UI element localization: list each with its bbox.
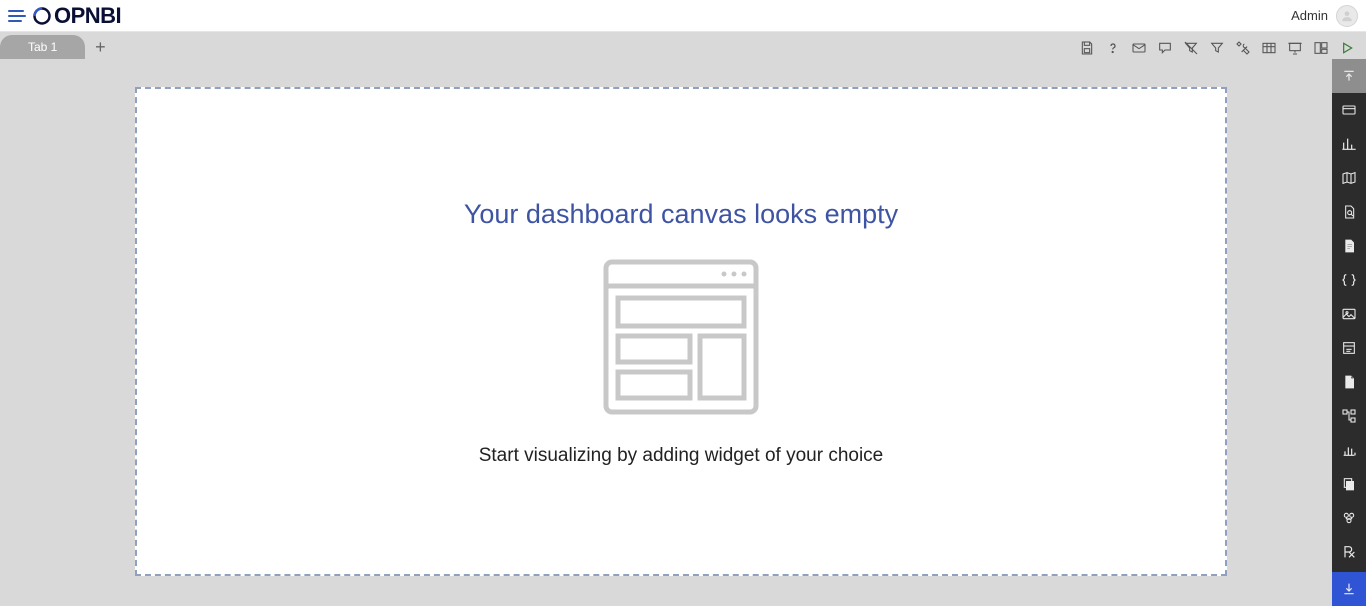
right-sidebar	[1332, 59, 1366, 606]
empty-state: Your dashboard canvas looks empty Start …	[137, 89, 1225, 467]
rx-icon[interactable]	[1332, 535, 1366, 569]
dashboard-canvas[interactable]: Your dashboard canvas looks empty Start …	[135, 87, 1227, 576]
filter-off-icon[interactable]	[1182, 39, 1200, 57]
canvas-area: Your dashboard canvas looks empty Start …	[0, 59, 1332, 606]
tabs-left: Tab 1 +	[0, 35, 109, 59]
empty-illustration-icon	[596, 252, 766, 427]
download-icon[interactable]	[1332, 572, 1366, 606]
filter-icon[interactable]	[1208, 39, 1226, 57]
form-icon[interactable]	[1332, 331, 1366, 365]
menu-button[interactable]	[6, 6, 26, 26]
image-icon[interactable]	[1332, 297, 1366, 331]
table-icon[interactable]	[1260, 39, 1278, 57]
chart-icon[interactable]	[1332, 127, 1366, 161]
save-icon[interactable]	[1078, 39, 1096, 57]
file-icon[interactable]	[1332, 365, 1366, 399]
app-logo-text: OPNBI	[54, 3, 121, 29]
play-icon[interactable]	[1338, 39, 1356, 57]
avatar[interactable]	[1336, 5, 1358, 27]
collapse-up-icon[interactable]	[1332, 59, 1366, 93]
presentation-icon[interactable]	[1286, 39, 1304, 57]
bar-chart-icon[interactable]	[1332, 433, 1366, 467]
empty-subtitle: Start visualizing by adding widget of yo…	[137, 445, 1225, 467]
tab-1[interactable]: Tab 1	[0, 35, 85, 59]
group-icon[interactable]	[1332, 501, 1366, 535]
user-label: Admin	[1291, 8, 1328, 23]
tree-icon[interactable]	[1332, 399, 1366, 433]
add-tab-button[interactable]: +	[91, 38, 109, 56]
top-header: OPNBI Admin	[0, 0, 1366, 32]
top-header-right: Admin	[1291, 5, 1358, 27]
file-search-icon[interactable]	[1332, 195, 1366, 229]
tab-label: Tab 1	[28, 40, 57, 54]
document-icon[interactable]	[1332, 229, 1366, 263]
app-logo: OPNBI	[32, 3, 121, 29]
tools-icon[interactable]	[1234, 39, 1252, 57]
comment-icon[interactable]	[1156, 39, 1174, 57]
map-icon[interactable]	[1332, 161, 1366, 195]
toolbar	[1078, 39, 1360, 57]
tabs-row: Tab 1 +	[0, 32, 1366, 59]
layout-icon[interactable]	[1312, 39, 1330, 57]
help-icon[interactable]	[1104, 39, 1122, 57]
mail-icon[interactable]	[1130, 39, 1148, 57]
top-header-left: OPNBI	[6, 3, 121, 29]
empty-title: Your dashboard canvas looks empty	[137, 199, 1225, 230]
card-icon[interactable]	[1332, 93, 1366, 127]
braces-icon[interactable]	[1332, 263, 1366, 297]
copy-icon[interactable]	[1332, 467, 1366, 501]
